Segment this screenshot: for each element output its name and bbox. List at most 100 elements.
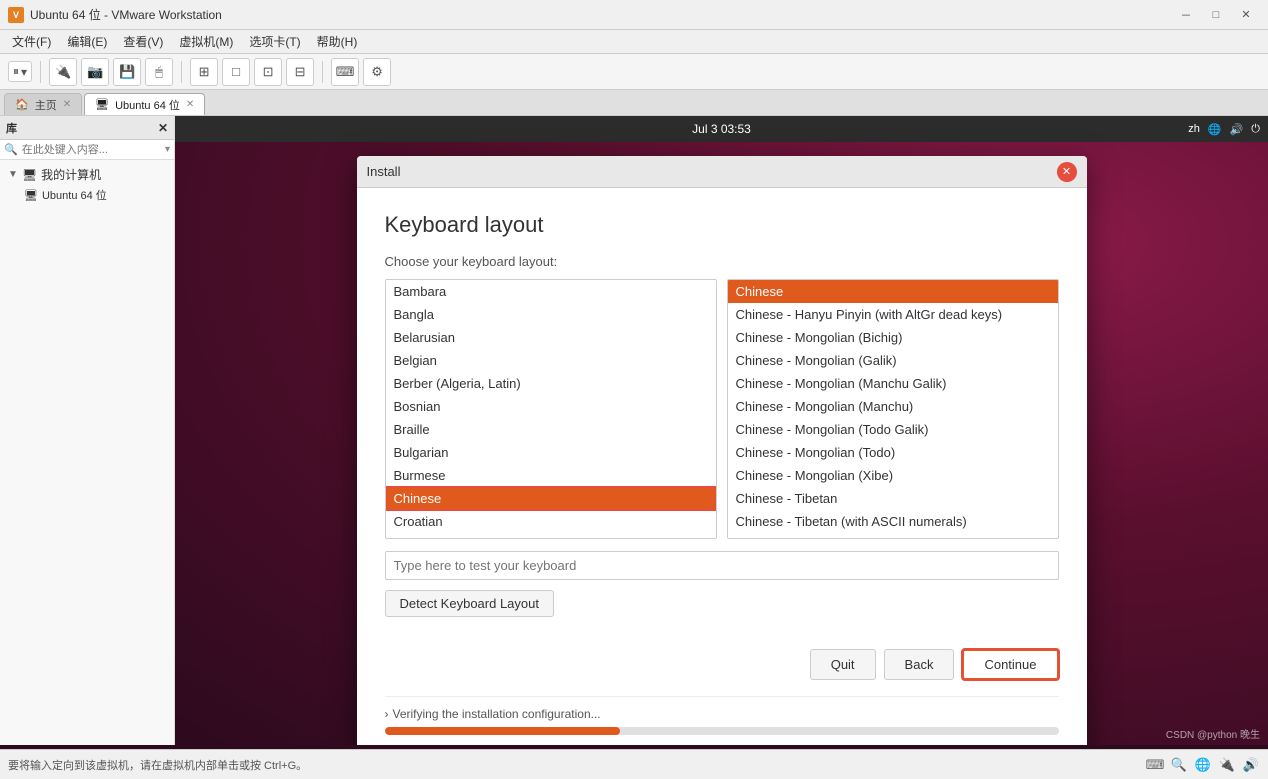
list-item-bambara[interactable]: Bambara — [386, 280, 716, 303]
keyboard-status-icon[interactable]: ⌨ — [1146, 756, 1164, 774]
vmware-titlebar: V Ubuntu 64 位 - VMware Workstation － □ ✕ — [0, 0, 1268, 30]
vmware-app-icon: V — [8, 7, 24, 23]
watermark: CSDN @python 晚生 — [1166, 726, 1260, 741]
progress-bar — [385, 727, 1059, 735]
tab-ubuntu[interactable]: 🖥 Ubuntu 64 位 ✕ — [84, 93, 205, 115]
list-item-braille[interactable]: Braille — [386, 418, 716, 441]
main-layout: 库 ✕ 🔍 ▾ ▼ 🖥 我的计算机 🖥 Ubuntu 64 位 — [0, 116, 1268, 745]
sidebar-tree: ▼ 🖥 我的计算机 🖥 Ubuntu 64 位 — [0, 160, 174, 209]
list-item-chinese-tibetan[interactable]: Chinese - Tibetan — [728, 487, 1058, 510]
tab-home-close[interactable]: ✕ — [63, 99, 71, 110]
menubar: 文件(F) 编辑(E) 查看(V) 虚拟机(M) 选项卡(T) 帮助(H) — [0, 30, 1268, 54]
search-status-icon[interactable]: 🔍 — [1170, 756, 1188, 774]
list-item-berber[interactable]: Berber (Algeria, Latin) — [386, 372, 716, 395]
scale-button[interactable]: ⊟ — [286, 58, 314, 86]
ubuntu-lang: zh — [1188, 123, 1200, 135]
fit-button[interactable]: ⊡ — [254, 58, 282, 86]
settings-button[interactable]: ⚙ — [363, 58, 391, 86]
keyboard-language-list[interactable]: Bambara Bangla Belarusian Belgian Berber… — [385, 279, 717, 539]
menu-file[interactable]: 文件(F) — [4, 31, 59, 52]
close-button[interactable]: ✕ — [1232, 5, 1260, 25]
toolbar-separator-1 — [40, 61, 41, 83]
window-title: Ubuntu 64 位 - VMware Workstation — [30, 6, 1172, 23]
search-icon: 🔍 — [4, 143, 18, 156]
dialog-footer: › Verifying the installation configurati… — [385, 696, 1059, 735]
list-item-chinese-mongolian-manchu-galik[interactable]: Chinese - Mongolian (Manchu Galik) — [728, 372, 1058, 395]
list-item-chinese-hanyu[interactable]: Chinese - Hanyu Pinyin (with AltGr dead … — [728, 303, 1058, 326]
list-item-czech[interactable]: Czech — [386, 533, 716, 539]
tab-ubuntu-close[interactable]: ✕ — [186, 99, 194, 110]
audio-status-icon[interactable]: 🔊 — [1242, 756, 1260, 774]
speaker-icon: 🔊 — [1230, 123, 1244, 136]
sidebar-header: 库 ✕ — [0, 116, 174, 140]
keyboard-test-input[interactable] — [385, 551, 1059, 580]
continue-button[interactable]: Continue — [962, 649, 1058, 680]
removable-devices-button[interactable]: 🔌 — [49, 58, 77, 86]
menu-edit[interactable]: 编辑(E) — [59, 31, 115, 52]
tab-home[interactable]: 🏠 主页 ✕ — [4, 93, 82, 115]
send-ctrlaltdel-button[interactable]: 🖱 — [145, 58, 173, 86]
tree-ubuntu-label: Ubuntu 64 位 — [42, 187, 107, 203]
list-item-burmese[interactable]: Burmese — [386, 464, 716, 487]
dialog-actions: Quit Back Continue — [385, 649, 1059, 680]
dialog-heading: Keyboard layout — [385, 212, 1059, 238]
search-dropdown-icon[interactable]: ▾ — [165, 144, 170, 155]
dialog-close-button[interactable]: ✕ — [1057, 162, 1077, 182]
home-icon: 🏠 — [15, 98, 29, 111]
window-controls: － □ ✕ — [1172, 5, 1260, 25]
list-item-chinese-mongolian-manchu[interactable]: Chinese - Mongolian (Manchu) — [728, 395, 1058, 418]
menu-vm[interactable]: 虚拟机(M) — [171, 31, 241, 52]
install-dialog: Install ✕ Keyboard layout Choose your ke… — [357, 156, 1087, 745]
maximize-button[interactable]: □ — [1202, 5, 1230, 25]
network-status-icon[interactable]: 🌐 — [1194, 756, 1212, 774]
detect-keyboard-layout-button[interactable]: Detect Keyboard Layout — [385, 590, 554, 617]
list-item-chinese-tibetan-ascii[interactable]: Chinese - Tibetan (with ASCII numerals) — [728, 510, 1058, 533]
list-item-chinese-mongolian-bichig[interactable]: Chinese - Mongolian (Bichig) — [728, 326, 1058, 349]
list-item-chinese-default[interactable]: Chinese — [728, 280, 1058, 303]
quit-button[interactable]: Quit — [810, 649, 876, 680]
list-item-chinese-mongolian-todo[interactable]: Chinese - Mongolian (Todo) — [728, 441, 1058, 464]
list-item-bosnian[interactable]: Bosnian — [386, 395, 716, 418]
minimize-button[interactable]: － — [1172, 5, 1200, 25]
power-icon: ⏸ — [13, 64, 19, 79]
unity-button[interactable]: □ — [222, 58, 250, 86]
list-item-belarusian[interactable]: Belarusian — [386, 326, 716, 349]
fullscreen-button[interactable]: ⊞ — [190, 58, 218, 86]
search-input[interactable] — [22, 144, 165, 156]
power-button[interactable]: ⏸ ▾ — [8, 61, 32, 82]
dialog-title: Install — [367, 164, 401, 179]
list-item-chinese-mongolian-todo-galik[interactable]: Chinese - Mongolian (Todo Galik) — [728, 418, 1058, 441]
network-icon: 🌐 — [1208, 123, 1222, 136]
back-button[interactable]: Back — [884, 649, 955, 680]
toolbar: ⏸ ▾ 🔌 📷 💾 🖱 ⊞ □ ⊡ ⊟ ⌨ ⚙ — [0, 54, 1268, 90]
list-item-chinese-mongolian-xibe[interactable]: Chinese - Mongolian (Xibe) — [728, 464, 1058, 487]
list-item-croatian[interactable]: Croatian — [386, 510, 716, 533]
menu-tabs[interactable]: 选项卡(T) — [241, 31, 308, 52]
snapshot-button[interactable]: 📷 — [81, 58, 109, 86]
tree-sub: 🖥 Ubuntu 64 位 — [4, 185, 170, 205]
ubuntu-topbar-right: zh 🌐 🔊 ⏻ — [1188, 123, 1260, 136]
sidebar-close-icon[interactable]: ✕ — [158, 121, 168, 135]
console-button[interactable]: ⌨ — [331, 58, 359, 86]
sidebar-search-bar[interactable]: 🔍 ▾ — [0, 140, 174, 160]
list-item-chinese-mongolian-galik[interactable]: Chinese - Mongolian (Galik) — [728, 349, 1058, 372]
progress-text: › Verifying the installation configurati… — [385, 707, 1059, 721]
dialog-body: Keyboard layout Choose your keyboard lay… — [357, 188, 1087, 745]
list-item-chinese[interactable]: Chinese — [386, 487, 716, 510]
toolbar-separator-2 — [181, 61, 182, 83]
list-item-bulgarian[interactable]: Bulgarian — [386, 441, 716, 464]
content-area: Jul 3 03:53 zh 🌐 🔊 ⏻ Install ✕ Keyboard … — [175, 116, 1268, 745]
tree-item-ubuntu[interactable]: 🖥 Ubuntu 64 位 — [20, 185, 170, 205]
list-item-bangla[interactable]: Bangla — [386, 303, 716, 326]
suspend-button[interactable]: 💾 — [113, 58, 141, 86]
menu-help[interactable]: 帮助(H) — [309, 31, 366, 52]
vmware-statusbar: 要将输入定向到该虚拟机，请在虚拟机内部单击或按 Ctrl+G。 ⌨ 🔍 🌐 🔌 … — [0, 749, 1268, 779]
keyboard-layout-lists: Bambara Bangla Belarusian Belgian Berber… — [385, 279, 1059, 539]
menu-view[interactable]: 查看(V) — [115, 31, 171, 52]
keyboard-variant-list[interactable]: Chinese Chinese - Hanyu Pinyin (with Alt… — [727, 279, 1059, 539]
tree-root[interactable]: ▼ 🖥 我的计算机 — [4, 164, 170, 185]
list-item-chinese-uyghur[interactable]: Chinese - Uyghur — [728, 533, 1058, 539]
usb-status-icon[interactable]: 🔌 — [1218, 756, 1236, 774]
list-item-belgian[interactable]: Belgian — [386, 349, 716, 372]
statusbar-hint: 要将输入定向到该虚拟机，请在虚拟机内部单击或按 Ctrl+G。 — [8, 757, 307, 773]
